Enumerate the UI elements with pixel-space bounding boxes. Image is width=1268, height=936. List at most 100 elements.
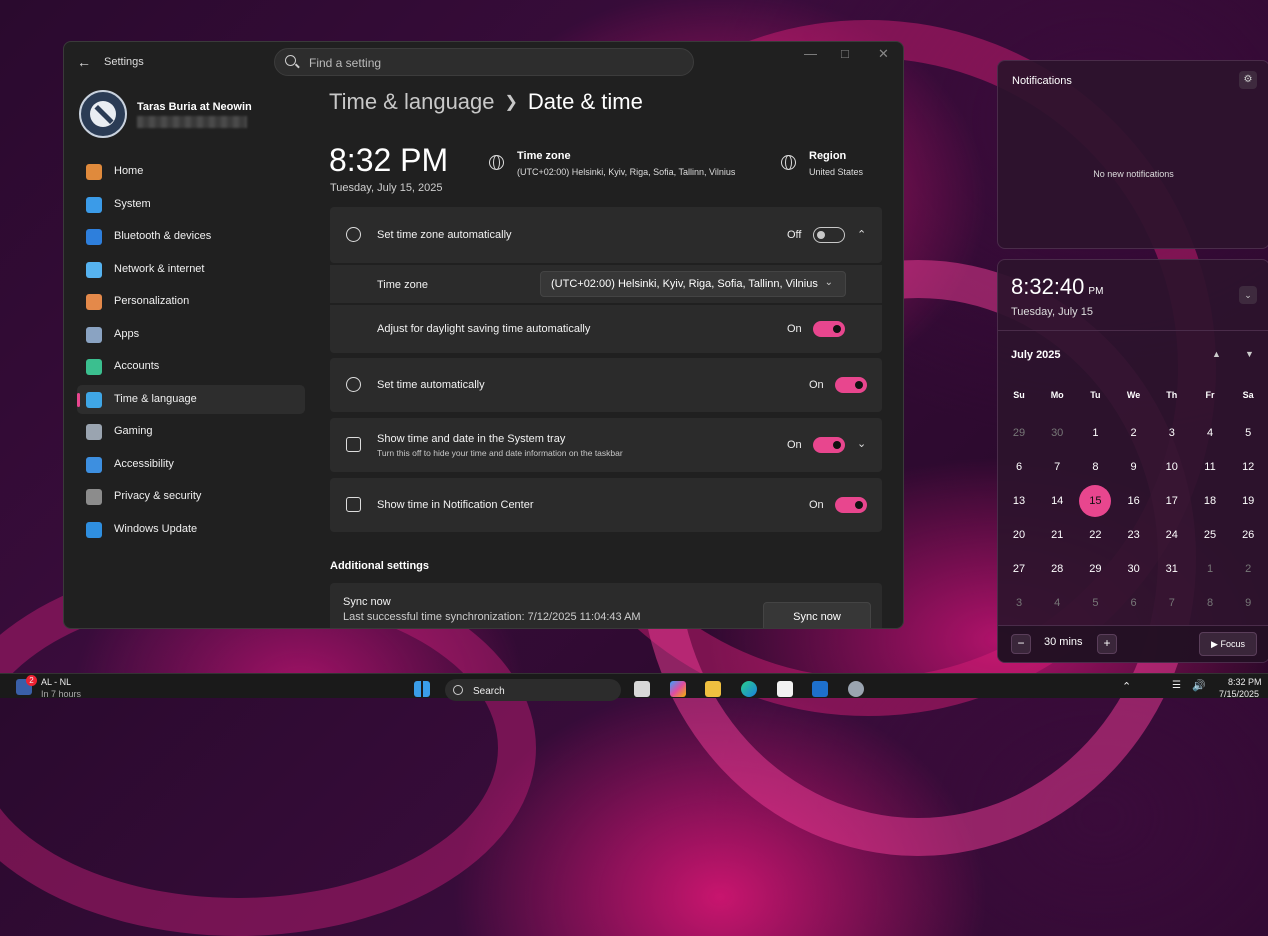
sidebar-item-accounts[interactable]: Accounts [77, 352, 305, 381]
tray-row[interactable]: Show time and date in the System tray Tu… [330, 418, 882, 472]
sidebar-item-privacy-security[interactable]: Privacy & security [77, 482, 305, 511]
calendar-day[interactable]: 2 [1229, 561, 1267, 595]
calendar-day[interactable]: 7 [1153, 595, 1191, 629]
calendar-day[interactable]: 18 [1191, 493, 1229, 527]
search-box[interactable] [274, 48, 694, 76]
calendar-day[interactable]: 16 [1115, 493, 1153, 527]
month-down-icon[interactable]: ▼ [1245, 349, 1254, 359]
maximize-button[interactable]: □ [841, 46, 849, 61]
sidebar-item-accessibility[interactable]: Accessibility [77, 450, 305, 479]
timezone-dropdown[interactable]: (UTC+02:00) Helsinki, Kyiv, Riga, Sofia,… [540, 271, 846, 297]
calendar-day[interactable]: 22 [1076, 527, 1114, 561]
taskbar-search[interactable]: Search [445, 679, 621, 701]
taskbar-time[interactable]: 8:32 PM [1228, 677, 1262, 687]
calendar-day[interactable]: 31 [1153, 561, 1191, 595]
calendar-day[interactable]: 8 [1191, 595, 1229, 629]
back-arrow-icon[interactable]: ← [77, 54, 91, 70]
volume-icon[interactable]: 🔊 [1192, 679, 1206, 692]
outlook-icon[interactable] [812, 681, 828, 697]
calendar-day[interactable]: 4 [1191, 425, 1229, 459]
time-auto-row[interactable]: Set time automatically On [330, 358, 882, 412]
sidebar-item-system[interactable]: System [77, 190, 305, 219]
plus-button[interactable]: + [1097, 634, 1117, 654]
chevron-up-icon[interactable]: ⌃ [857, 228, 866, 241]
calendar-day[interactable]: 14 [1038, 493, 1076, 527]
calendar-day[interactable]: 30 [1115, 561, 1153, 595]
calendar-day[interactable]: 10 [1153, 459, 1191, 493]
minimize-button[interactable]: — [804, 46, 817, 61]
calendar-day[interactable]: 2 [1115, 425, 1153, 459]
sidebar-item-network-internet[interactable]: Network & internet [77, 255, 305, 284]
taskbar-date[interactable]: 7/15/2025 [1219, 689, 1259, 699]
calendar-day[interactable]: 5 [1076, 595, 1114, 629]
calendar-day[interactable]: 30 [1038, 425, 1076, 459]
calendar-day[interactable]: 29 [1000, 425, 1038, 459]
dst-row[interactable]: Adjust for daylight saving time automati… [330, 305, 882, 353]
calendar-day[interactable]: 9 [1229, 595, 1267, 629]
task-view-icon[interactable] [634, 681, 650, 697]
file-explorer-icon[interactable] [705, 681, 721, 697]
windows-start-icon[interactable] [414, 681, 430, 697]
weather-title[interactable]: AL - NL [41, 677, 71, 687]
calendar-day[interactable]: 4 [1038, 595, 1076, 629]
calendar-day[interactable]: 28 [1038, 561, 1076, 595]
tz-auto-toggle[interactable] [813, 227, 845, 243]
tray-chevron-icon[interactable]: ⌃ [1122, 680, 1131, 693]
sidebar-item-label: System [114, 197, 151, 210]
time-auto-toggle[interactable] [835, 377, 867, 393]
calendar-day[interactable]: 3 [1000, 595, 1038, 629]
tray-toggle[interactable] [813, 437, 845, 453]
calendar-day[interactable]: 5 [1229, 425, 1267, 459]
network-icon[interactable]: ☰ [1172, 680, 1181, 691]
calendar-day[interactable]: 7 [1038, 459, 1076, 493]
sidebar-item-home[interactable]: Home [77, 157, 305, 186]
focus-button[interactable]: ▶ Focus [1199, 632, 1257, 656]
calendar-day[interactable]: 29 [1076, 561, 1114, 595]
calendar-day[interactable]: 1 [1076, 425, 1114, 459]
calendar-day[interactable]: 17 [1153, 493, 1191, 527]
calendar-day[interactable]: 20 [1000, 527, 1038, 561]
calendar-day[interactable]: 3 [1153, 425, 1191, 459]
calendar-day[interactable]: 1 [1191, 561, 1229, 595]
sidebar-item-time-language[interactable]: Time & language [77, 384, 305, 414]
sidebar-item-apps[interactable]: Apps [77, 320, 305, 349]
calendar-day[interactable]: 27 [1000, 561, 1038, 595]
edge-icon[interactable] [741, 681, 757, 697]
calendar-day[interactable]: 11 [1191, 459, 1229, 493]
notif-center-toggle[interactable] [835, 497, 867, 513]
settings-gear-icon[interactable] [848, 681, 864, 697]
calendar-day-number: 8 [1206, 597, 1214, 609]
sidebar-item-bluetooth-devices[interactable]: Bluetooth & devices [77, 222, 305, 251]
tz-auto-row[interactable]: Set time zone automatically Off ⌃ [330, 207, 882, 263]
calendar-day-today[interactable]: 15 [1076, 485, 1114, 527]
notif-center-row[interactable]: Show time in Notification Center On [330, 478, 882, 532]
close-button[interactable]: ✕ [878, 46, 889, 62]
sidebar-item-personalization[interactable]: Personalization [77, 287, 305, 316]
sync-now-button[interactable]: Sync now [763, 602, 871, 628]
avatar[interactable] [79, 90, 127, 138]
calendar-day[interactable]: 21 [1038, 527, 1076, 561]
collapse-chevron-icon[interactable]: ⌄ [1239, 286, 1257, 304]
search-input[interactable] [307, 53, 681, 73]
calendar-day[interactable]: 13 [1000, 493, 1038, 527]
calendar-day[interactable]: 24 [1153, 527, 1191, 561]
do-not-disturb-icon[interactable]: ⚙ [1239, 71, 1257, 89]
calendar-day[interactable]: 6 [1115, 595, 1153, 629]
calendar-day[interactable]: 9 [1115, 459, 1153, 493]
calendar-month[interactable]: July 2025 [1011, 349, 1061, 361]
sidebar-item-windows-update[interactable]: Windows Update [77, 515, 305, 544]
calendar-day[interactable]: 19 [1229, 493, 1267, 527]
minus-button[interactable]: − [1011, 634, 1031, 654]
breadcrumb-parent[interactable]: Time & language [329, 89, 495, 114]
store-icon[interactable] [777, 681, 793, 697]
calendar-day[interactable]: 6 [1000, 459, 1038, 493]
month-up-icon[interactable]: ▲ [1212, 349, 1221, 359]
sidebar-item-gaming[interactable]: Gaming [77, 417, 305, 446]
calendar-day[interactable]: 25 [1191, 527, 1229, 561]
chevron-down-icon[interactable]: ⌄ [857, 437, 866, 450]
copilot-icon[interactable] [670, 681, 686, 697]
dst-toggle[interactable] [813, 321, 845, 337]
calendar-day[interactable]: 23 [1115, 527, 1153, 561]
calendar-day[interactable]: 12 [1229, 459, 1267, 493]
calendar-day[interactable]: 26 [1229, 527, 1267, 561]
